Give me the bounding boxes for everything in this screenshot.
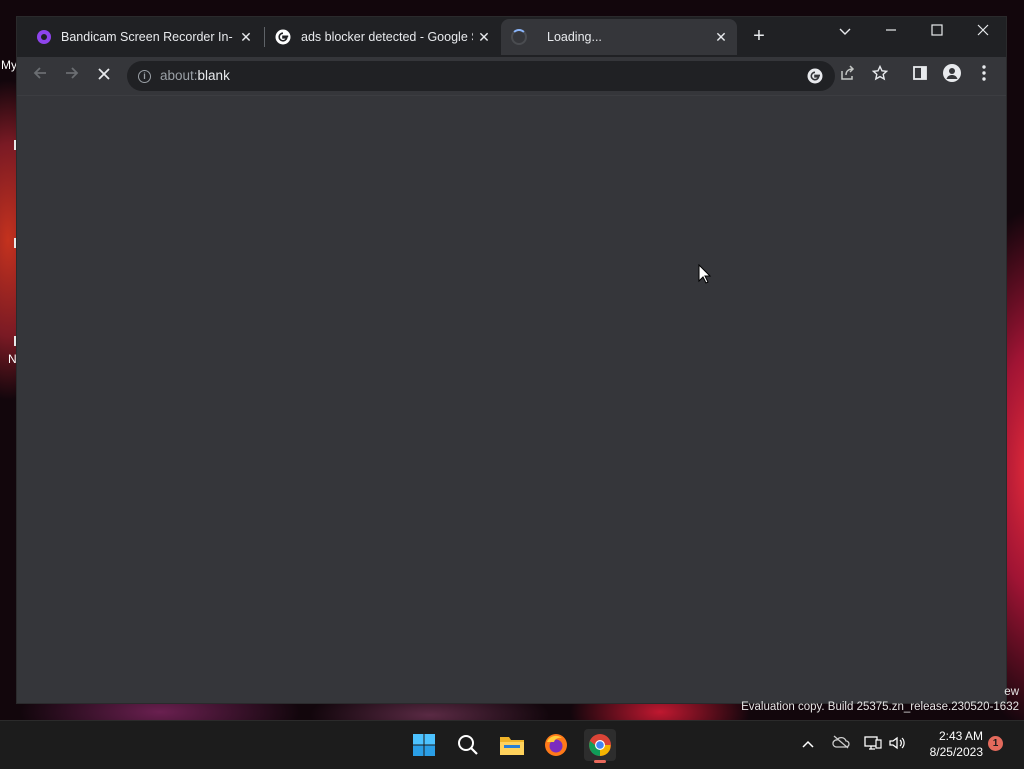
show-hidden-icons-button[interactable]: [802, 735, 814, 751]
tab-title: Bandicam Screen Recorder In-de: [61, 30, 233, 44]
chrome-taskbar-button[interactable]: [584, 729, 616, 763]
google-icon: [275, 29, 291, 45]
profile-icon: [943, 64, 961, 82]
side-panel-icon: [913, 66, 927, 80]
share-button[interactable]: [836, 64, 860, 88]
tab-loading[interactable]: Loading... ✕: [501, 19, 737, 55]
star-icon: [871, 64, 889, 81]
url-text[interactable]: about:blank: [160, 68, 230, 83]
desktop-icon-label-n[interactable]: N: [8, 352, 17, 366]
share-icon: [841, 65, 855, 80]
windows-icon: [413, 734, 435, 756]
active-app-indicator: [594, 760, 606, 763]
side-panel-button[interactable]: [908, 64, 932, 88]
close-icon: [98, 68, 110, 80]
speaker-icon: [889, 736, 905, 750]
arrow-left-icon: [33, 67, 46, 79]
clock-button[interactable]: 2:43 AM 8/25/2023: [915, 728, 983, 760]
close-tab-icon[interactable]: ✕: [476, 29, 492, 45]
notification-badge[interactable]: 1: [988, 736, 1003, 751]
stop-loading-button[interactable]: [92, 64, 116, 88]
arrow-right-icon: [66, 67, 79, 79]
loading-spinner-icon: [511, 29, 527, 45]
evaluation-watermark: Evaluation copy. Build 25375.zn_release.…: [741, 701, 1019, 713]
firefox-button[interactable]: [540, 729, 572, 761]
cloud-offline-icon: [832, 735, 850, 749]
tab-title: ads blocker detected - Google Se: [301, 30, 473, 44]
onedrive-button[interactable]: [832, 735, 850, 752]
watermark-fragment: ew: [1004, 686, 1019, 698]
mouse-cursor-icon: [698, 264, 712, 284]
forward-button[interactable]: [60, 64, 84, 88]
tab-strip: Bandicam Screen Recorder In-de ✕ ads blo…: [17, 17, 1006, 57]
kebab-menu-icon: [982, 65, 986, 81]
tab-google-search[interactable]: ads blocker detected - Google Se ✕: [265, 19, 500, 55]
start-button[interactable]: [408, 729, 440, 761]
network-icon: [864, 736, 882, 750]
search-button[interactable]: [452, 729, 484, 761]
tab-title: Loading...: [547, 30, 602, 44]
taskbar: 2:43 AM 8/25/2023 1: [0, 720, 1024, 769]
profile-button[interactable]: [940, 64, 964, 88]
folder-icon: [500, 737, 524, 755]
volume-button[interactable]: [888, 735, 906, 754]
firefox-icon: [545, 734, 567, 756]
bookmark-button[interactable]: [868, 64, 892, 88]
back-button[interactable]: [28, 64, 52, 88]
search-icon: [458, 735, 478, 755]
close-window-button[interactable]: [960, 21, 1006, 41]
address-bar[interactable]: i about:blank: [127, 61, 835, 91]
chrome-icon: [589, 734, 611, 756]
menu-button[interactable]: [972, 64, 996, 88]
google-lens-icon[interactable]: [807, 68, 823, 89]
clock-time: 2:43 AM: [938, 729, 983, 743]
new-tab-button[interactable]: +: [748, 25, 770, 47]
close-tab-icon[interactable]: ✕: [238, 29, 254, 45]
bandicam-icon: [37, 30, 51, 44]
close-tab-icon[interactable]: ✕: [713, 29, 729, 45]
site-info-icon[interactable]: i: [138, 70, 151, 83]
page-content[interactable]: [17, 96, 1006, 703]
toolbar: i about:blank: [17, 57, 1006, 95]
network-button[interactable]: [864, 735, 882, 754]
desktop-icon-label-my[interactable]: My: [1, 58, 17, 72]
maximize-button[interactable]: [914, 21, 960, 41]
clock-date: 8/25/2023: [929, 745, 983, 759]
chrome-window: Bandicam Screen Recorder In-de ✕ ads blo…: [17, 17, 1006, 703]
tab-search-chevron-icon[interactable]: [822, 21, 868, 41]
minimize-button[interactable]: [868, 21, 914, 41]
file-explorer-button[interactable]: [496, 729, 528, 761]
chevron-up-icon: [802, 740, 814, 748]
tab-bandicam[interactable]: Bandicam Screen Recorder In-de ✕: [17, 19, 262, 55]
